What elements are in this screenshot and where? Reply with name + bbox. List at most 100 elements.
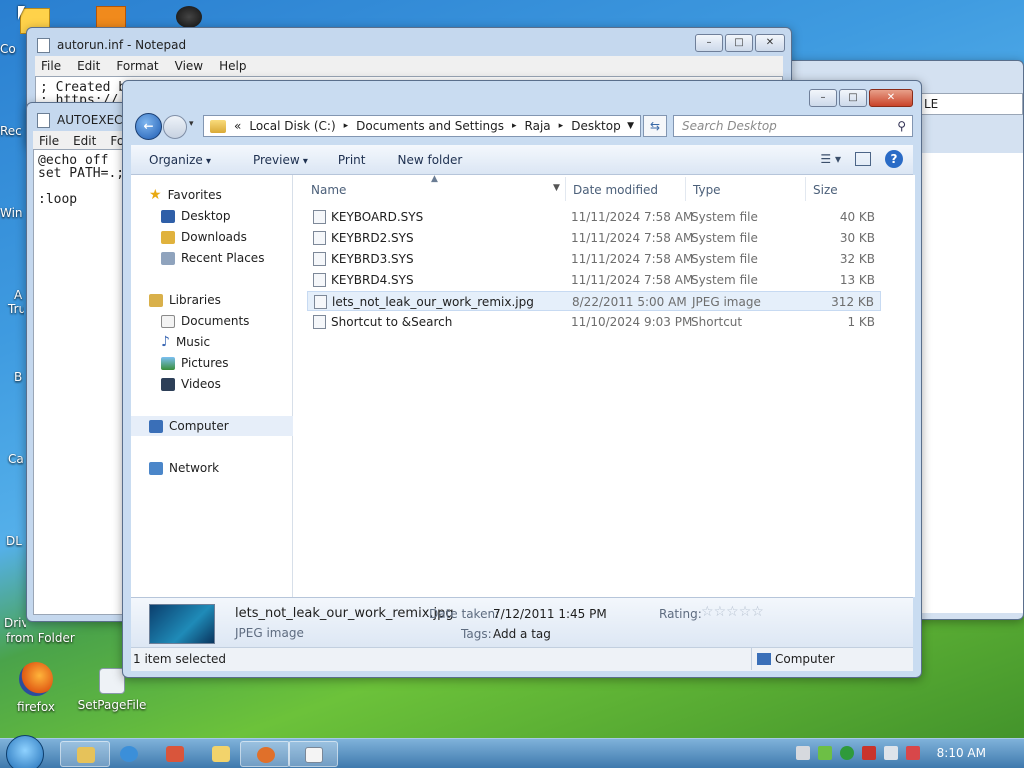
date-taken-value[interactable]: 7/12/2011 1:45 PM xyxy=(493,607,607,621)
taskbar-explorer-2[interactable] xyxy=(196,741,246,767)
rating-star-icon[interactable]: ☆ xyxy=(714,604,727,620)
menu-file[interactable]: File xyxy=(41,59,61,73)
breadcrumb-local-disk[interactable]: Local Disk (C:) xyxy=(249,119,335,133)
breadcrumb-separator[interactable]: ▸ xyxy=(344,121,349,131)
network-icon[interactable] xyxy=(884,746,898,760)
file-name: KEYBRD3.SYS xyxy=(331,252,414,266)
nav-documents[interactable]: Documents xyxy=(161,311,249,331)
address-bar[interactable]: « Local Disk (C:) ▸ Documents and Settin… xyxy=(203,115,641,137)
address-dropdown-icon[interactable]: ▼ xyxy=(627,121,634,131)
desktop-label-dl[interactable]: DL xyxy=(0,534,24,548)
desktop-label-computer[interactable]: Co xyxy=(0,42,24,56)
film-reel-icon[interactable] xyxy=(176,6,202,28)
column-header-size[interactable]: Size xyxy=(813,183,838,197)
print-button[interactable]: Print xyxy=(322,153,380,167)
breadcrumb-raja[interactable]: Raja xyxy=(525,119,551,133)
rating-stars[interactable]: ☆☆☆☆☆ xyxy=(701,604,764,620)
menu-help[interactable]: Help xyxy=(219,59,246,73)
desktop-icon-firefox[interactable]: firefox xyxy=(0,662,72,714)
breadcrumb-documents-and-settings[interactable]: Documents and Settings xyxy=(356,119,504,133)
menu-edit[interactable]: Edit xyxy=(77,59,100,73)
refresh-button[interactable]: ⇆ xyxy=(643,115,667,137)
help-icon[interactable]: ? xyxy=(885,150,903,168)
breadcrumb-desktop[interactable]: Desktop xyxy=(571,119,621,133)
menu-format[interactable]: Format xyxy=(116,59,158,73)
column-header-type[interactable]: Type xyxy=(693,183,721,197)
maximize-button[interactable]: □ xyxy=(725,34,753,52)
preview-button[interactable]: Preview xyxy=(225,153,322,167)
nav-desktop[interactable]: Desktop xyxy=(161,206,231,226)
desktop-label-tru[interactable]: Tru xyxy=(0,302,24,316)
desktop-label-b[interactable]: B xyxy=(0,370,24,384)
volume-muted-icon[interactable] xyxy=(906,746,920,760)
rating-star-icon[interactable]: ☆ xyxy=(701,604,714,620)
column-separator[interactable] xyxy=(685,177,686,201)
taskbar-explorer[interactable] xyxy=(60,741,110,767)
desktop-label-win[interactable]: Win xyxy=(0,206,24,220)
taskbar-app[interactable] xyxy=(150,741,200,767)
close-button[interactable]: ✕ xyxy=(755,34,785,52)
minimize-button[interactable]: – xyxy=(809,89,837,107)
maximize-button[interactable]: □ xyxy=(839,89,867,107)
column-header-date-modified[interactable]: Date modified xyxy=(573,183,658,197)
breadcrumb-separator[interactable]: ▸ xyxy=(559,121,564,131)
desktop-label-a[interactable]: A xyxy=(0,288,24,302)
tray-icon[interactable] xyxy=(818,746,832,760)
forward-button[interactable] xyxy=(163,115,187,139)
desktop-label-recycle[interactable]: Rec xyxy=(0,124,24,138)
file-row[interactable]: lets_not_leak_our_work_remix.jpg 8/22/201… xyxy=(307,291,881,311)
minimize-button[interactable]: – xyxy=(695,34,723,52)
nav-computer[interactable]: Computer xyxy=(131,416,293,436)
nav-pictures[interactable]: Pictures xyxy=(161,353,229,373)
breadcrumb-separator[interactable]: ▸ xyxy=(512,121,517,131)
menu-edit[interactable]: Edit xyxy=(73,134,96,148)
file-row[interactable]: Shortcut to &Search 11/10/2024 9:03 PM Sho… xyxy=(307,312,881,332)
tags-value[interactable]: Add a tag xyxy=(493,627,551,641)
desktop-label-driv[interactable]: Driv xyxy=(0,616,26,630)
breadcrumb-overflow[interactable]: « xyxy=(234,119,241,133)
column-filter-dropdown[interactable]: ▼ xyxy=(553,183,560,193)
image-thumbnail[interactable] xyxy=(149,604,215,644)
recent-pages-dropdown[interactable]: ▾ xyxy=(189,119,194,129)
organize-button[interactable]: Organize xyxy=(131,153,225,167)
rating-star-icon[interactable]: ☆ xyxy=(751,604,764,620)
taskbar-notepad[interactable] xyxy=(288,741,338,767)
nav-downloads[interactable]: Downloads xyxy=(161,227,247,247)
nav-music[interactable]: ♪ Music xyxy=(161,332,210,352)
tray-icon[interactable] xyxy=(796,746,810,760)
start-button[interactable] xyxy=(6,735,44,768)
app-icon xyxy=(166,746,184,762)
file-row[interactable]: KEYBRD2.SYS 11/11/2024 7:58 AM System file… xyxy=(307,228,881,248)
rating-star-icon[interactable]: ☆ xyxy=(739,604,752,620)
change-view-icon[interactable]: ☰ ▾ xyxy=(820,152,841,166)
taskbar-clock[interactable]: 8:10 AM xyxy=(937,746,986,760)
close-button[interactable]: ✕ xyxy=(869,89,913,107)
menu-view[interactable]: View xyxy=(175,59,203,73)
nav-libraries[interactable]: Libraries xyxy=(149,290,221,310)
tray-icon[interactable] xyxy=(862,746,876,760)
column-header-name[interactable]: Name xyxy=(311,183,346,197)
taskbar-firefox[interactable] xyxy=(240,741,290,767)
search-input[interactable]: Search Desktop ⚲ xyxy=(673,115,913,137)
preview-pane-icon[interactable] xyxy=(855,152,871,166)
nav-recent-places[interactable]: Recent Places xyxy=(161,248,264,268)
search-icon[interactable]: ⚲ xyxy=(897,119,906,133)
menu-file[interactable]: File xyxy=(39,134,59,148)
column-separator[interactable] xyxy=(805,177,806,201)
file-row[interactable]: KEYBRD3.SYS 11/11/2024 7:58 AM System file… xyxy=(307,249,881,269)
taskbar-ie[interactable] xyxy=(104,741,154,767)
nav-network[interactable]: Network xyxy=(149,458,219,478)
nav-favorites[interactable]: ★ Favorites xyxy=(149,185,222,205)
nav-videos[interactable]: Videos xyxy=(161,374,221,394)
new-folder-button[interactable]: New folder xyxy=(380,153,477,167)
play-icon[interactable] xyxy=(840,746,854,760)
file-row[interactable]: KEYBOARD.SYS 11/11/2024 7:58 AM System fil… xyxy=(307,207,881,227)
documents-icon xyxy=(161,314,175,328)
back-button[interactable]: ← xyxy=(135,113,162,140)
explorer-window[interactable]: – □ ✕ ← ▾ « Local Disk (C:) ▸ Documents … xyxy=(122,80,922,678)
rating-star-icon[interactable]: ☆ xyxy=(726,604,739,620)
desktop-label-ca[interactable]: Ca xyxy=(0,452,24,466)
file-row[interactable]: KEYBRD4.SYS 11/11/2024 7:58 AM System file… xyxy=(307,270,881,290)
column-separator[interactable] xyxy=(565,177,566,201)
desktop-label-from-folder[interactable]: from Folder xyxy=(6,631,75,645)
